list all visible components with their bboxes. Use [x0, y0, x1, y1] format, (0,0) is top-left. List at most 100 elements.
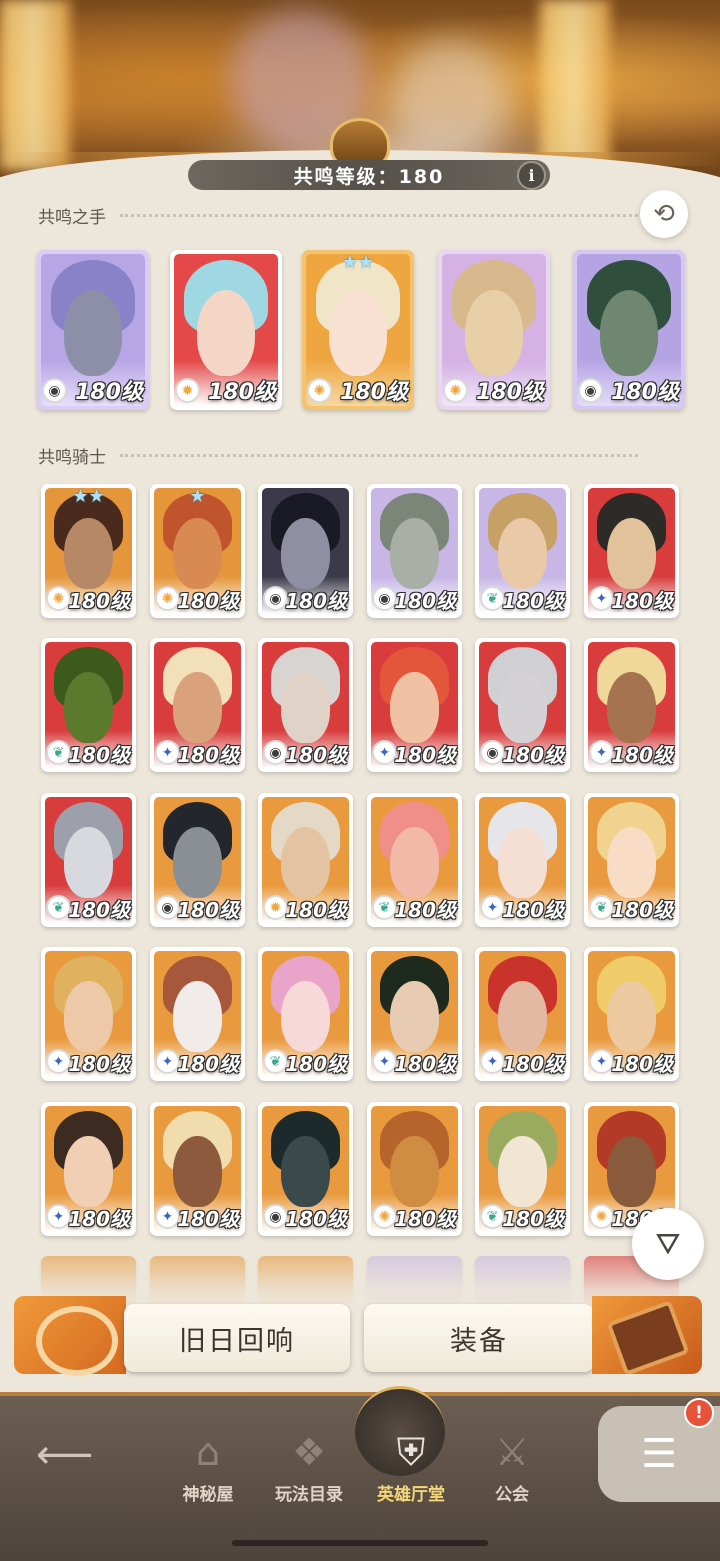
hero-card[interactable]: ❦ 180级	[584, 793, 679, 927]
hero-card[interactable]: ◉ 180级	[573, 250, 685, 410]
hero-level: 180级	[394, 1052, 456, 1076]
hero-level: 180级	[68, 589, 130, 613]
hero-card[interactable]: ✦ 180级	[41, 947, 136, 1081]
hero-card[interactable]: ✦ 180级	[475, 793, 570, 927]
hero-card[interactable]: ✹ 180级	[170, 250, 282, 410]
hero-face	[498, 672, 547, 743]
nav-label: 公会	[495, 1485, 529, 1505]
banner-pillar-right	[540, 0, 610, 170]
nav-game-modes[interactable]: ❖ 玩法目录	[259, 1424, 359, 1514]
hero-face	[173, 827, 222, 898]
section-title-knights-text: 共鸣骑士	[38, 448, 106, 468]
star-rank-icon: ★★	[72, 486, 105, 507]
hero-card[interactable]: ✦ 180级	[367, 638, 462, 772]
hero-face	[607, 518, 656, 589]
hero-face	[173, 981, 222, 1052]
game-modes-icon: ❖	[291, 1430, 327, 1474]
hero-face	[63, 290, 123, 376]
hero-card[interactable]: ✦ 180级	[150, 1102, 245, 1236]
hero-level: 180级	[611, 898, 673, 922]
hero-card[interactable]: ✦ 180级	[584, 638, 679, 772]
hero-face	[196, 290, 256, 376]
hero-level: 180级	[502, 743, 564, 767]
hero-card[interactable]: ✦ 180级	[584, 484, 679, 618]
swap-icon[interactable]: ⟲	[640, 190, 688, 238]
forest-faction-icon: ◉	[578, 378, 603, 403]
hero-face	[281, 1136, 330, 1207]
home-indicator[interactable]	[232, 1540, 488, 1546]
nav-label: 神秘屋	[182, 1485, 234, 1505]
nav-hero-hall[interactable]: ⛨ 英雄厅堂	[361, 1424, 461, 1514]
hero-face	[498, 1136, 547, 1207]
hero-card[interactable]: ★★ ✺ 180级	[41, 484, 136, 618]
hero-level: 180级	[476, 380, 544, 405]
bottom-nav: ⟵ ⌂ 神秘屋 ❖ 玩法目录 ⛨ 英雄厅堂 ⚔ 公会 ☰ !	[0, 1386, 720, 1561]
nav-guild[interactable]: ⚔ 公会	[462, 1424, 562, 1514]
nav-label: 玩法目录	[275, 1485, 343, 1505]
hero-card[interactable]: ✦ 180级	[150, 638, 245, 772]
hero-level: 180级	[285, 1052, 347, 1076]
hero-level: 180级	[285, 1207, 347, 1231]
hero-card[interactable]: ◉ 180级	[367, 484, 462, 618]
hero-card[interactable]: ✦ 180级	[367, 947, 462, 1081]
hero-card[interactable]: ❦ 180级	[258, 947, 353, 1081]
hero-face	[173, 672, 222, 743]
hero-card[interactable]: ◉ 180级	[258, 638, 353, 772]
equipment-button[interactable]: 装备	[364, 1304, 594, 1372]
hero-card[interactable]: ◉ 180级	[258, 1102, 353, 1236]
hero-card[interactable]: ❦ 180级	[475, 484, 570, 618]
hero-level: 180级	[177, 589, 239, 613]
hero-level: 180级	[177, 1207, 239, 1231]
hero-level: 180级	[394, 589, 456, 613]
hero-card[interactable]: ✦ 180级	[475, 947, 570, 1081]
hero-card[interactable]: ◉ 180级	[37, 250, 149, 410]
hero-level: 180级	[68, 743, 130, 767]
hero-level: 180级	[285, 898, 347, 922]
nav-mystery-house[interactable]: ⌂ 神秘屋	[158, 1424, 258, 1514]
dotted-divider	[120, 214, 638, 217]
banner-pillar-left	[0, 0, 70, 170]
filter-icon[interactable]: ⛛	[632, 1208, 704, 1280]
hero-card[interactable]: ❦ 180级	[475, 1102, 570, 1236]
lightbearer-faction-icon: ✺	[307, 378, 332, 403]
hero-level: 180级	[611, 1052, 673, 1076]
hero-card[interactable]: ★ ✺ 180级	[150, 484, 245, 618]
hero-face	[328, 290, 388, 376]
hero-card[interactable]: ◉ 180级	[150, 793, 245, 927]
hero-card[interactable]: ✺180级	[438, 250, 550, 410]
hero-card[interactable]: ❦ 180级	[41, 638, 136, 772]
notification-badge: !	[684, 1398, 714, 1428]
hero-card[interactable]: ◉ 180级	[475, 638, 570, 772]
hero-card[interactable]: ◉ 180级	[258, 484, 353, 618]
star-rank-icon: ★★	[341, 252, 375, 273]
hero-level: 180级	[611, 743, 673, 767]
hero-level: 180级	[285, 743, 347, 767]
info-icon[interactable]: i	[517, 161, 546, 190]
hero-level: 180级	[285, 589, 347, 613]
hero-card[interactable]: ✦ 180级	[150, 947, 245, 1081]
hero-card[interactable]: ✦ 180级	[584, 947, 679, 1081]
hero-level: 180级	[502, 589, 564, 613]
old-echoes-button[interactable]: 旧日回响	[124, 1304, 350, 1372]
hero-card[interactable]: ❦ 180级	[367, 793, 462, 927]
mystery-house-icon: ⌂	[195, 1430, 221, 1474]
hero-card[interactable]: ★★ ✺ 180级	[302, 250, 414, 410]
hero-face	[173, 518, 222, 589]
hero-level: 180级	[340, 380, 408, 405]
section-title-knights: 共鸣骑士	[38, 443, 638, 468]
sun-faction-icon: ✹	[175, 378, 200, 403]
hero-card[interactable]: ✦ 180级	[41, 1102, 136, 1236]
hero-face	[64, 827, 113, 898]
hero-level: 180级	[502, 898, 564, 922]
hero-card[interactable]: ✹ 180级	[258, 793, 353, 927]
hero-face	[390, 981, 439, 1052]
hero-card[interactable]: ❦ 180级	[41, 793, 136, 927]
hero-level: 180级	[177, 743, 239, 767]
hero-level: 180级	[502, 1052, 564, 1076]
hero-face	[607, 1136, 656, 1207]
hero-level: 180级	[502, 1207, 564, 1231]
hero-face	[464, 290, 524, 376]
back-arrow-icon[interactable]: ⟵	[36, 1432, 93, 1478]
nav-label: 英雄厅堂	[377, 1485, 445, 1505]
hero-card[interactable]: ✺180级	[367, 1102, 462, 1236]
